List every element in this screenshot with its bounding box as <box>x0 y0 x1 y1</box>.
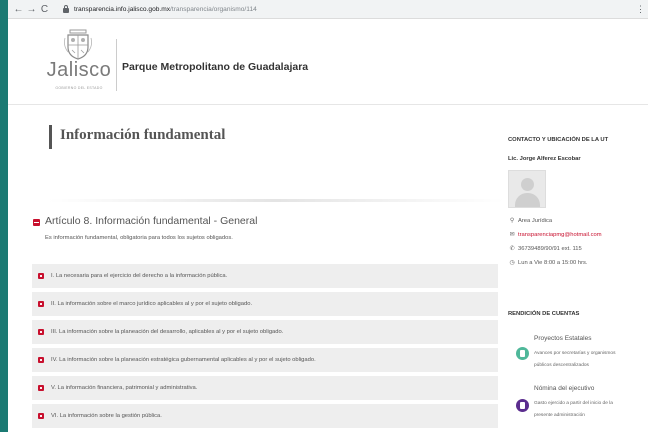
item-label: IV. La información sobre la planeación e… <box>51 357 316 363</box>
accounts-heading: RENDICIÓN DE CUENTAS <box>508 311 580 317</box>
section-separator <box>48 199 504 202</box>
url-path: /transparencia/organismo/114 <box>170 5 257 13</box>
expand-icon <box>38 329 44 335</box>
coat-of-arms-icon <box>64 29 92 60</box>
jalisco-logo[interactable]: Jalisco GOBIERNO DEL ESTADO <box>44 25 114 97</box>
account-title: Nómina del ejecutivo <box>534 385 595 392</box>
item-label: I. La necesaria para el ejercicio del de… <box>51 273 228 279</box>
clock-icon: ◷ <box>509 260 515 266</box>
item-label: VI. La información sobre la gestión públ… <box>51 413 162 419</box>
account-description: Avances por secretarías y organismos públ… <box>534 351 616 368</box>
url-domain: transparencia.info.jalisco.gob.mx <box>74 5 171 13</box>
expand-icon <box>38 301 44 307</box>
article-item-vi[interactable]: VI. La información sobre la gestión públ… <box>32 404 498 428</box>
chart-badge-icon <box>516 347 529 360</box>
article-item-v[interactable]: V. La información financiera, patrimonia… <box>32 376 498 400</box>
contact-phone-text: 36739489/90/91 ext. 115 <box>518 246 582 252</box>
contact-name: Lic. Jorge Alferez Escobar <box>508 156 581 162</box>
account-description: Gasto ejercido a partir del inicio de la… <box>534 401 613 418</box>
phone-icon: ✆ <box>509 246 515 252</box>
browser-window: ← → C transparencia.info.jalisco.gob.mx/… <box>8 0 648 432</box>
expand-icon <box>38 385 44 391</box>
back-arrow-icon[interactable]: ← <box>12 0 25 19</box>
contact-email-text: transparenciapmg@hotmail.com <box>518 232 602 238</box>
page-title: Información fundamental <box>60 127 226 143</box>
avatar <box>508 170 546 208</box>
expand-icon <box>38 273 44 279</box>
section-title[interactable]: Artículo 8. Información fundamental - Ge… <box>45 215 257 227</box>
forward-arrow-icon[interactable]: → <box>25 0 38 19</box>
section-description: Es información fundamental, obligatoria … <box>45 235 233 241</box>
contact-area: ⚲ Area Jurídica <box>508 218 552 224</box>
collapse-minus-icon[interactable] <box>33 219 40 226</box>
item-label: III. La información sobre la planeación … <box>51 329 284 335</box>
contact-heading: CONTACTO Y UBICACIÓN DE LA UT <box>508 137 609 143</box>
page-title-accent <box>49 125 52 149</box>
address-bar[interactable]: transparencia.info.jalisco.gob.mx/transp… <box>74 6 257 13</box>
account-title: Proyectos Estatales <box>534 335 592 342</box>
map-pin-icon: ⚲ <box>509 218 515 224</box>
article-item-iv[interactable]: IV. La información sobre la planeación e… <box>32 348 498 372</box>
logo-subtext: GOBIERNO DEL ESTADO <box>55 86 103 90</box>
article-item-iii[interactable]: III. La información sobre la planeación … <box>32 320 498 344</box>
article-item-ii[interactable]: II. La información sobre el marco jurídi… <box>32 292 498 316</box>
envelope-icon: ✉ <box>509 232 515 238</box>
contact-hours-text: Lun a Vie 8:00 a 15:00 hrs. <box>518 260 588 266</box>
expand-icon <box>38 357 44 363</box>
sidebar: CONTACTO Y UBICACIÓN DE LA UT Lic. Jorge… <box>508 0 648 432</box>
contact-hours: ◷ Lun a Vie 8:00 a 15:00 hrs. <box>508 260 588 266</box>
lock-icon <box>63 4 69 13</box>
reload-icon[interactable]: C <box>38 0 51 19</box>
header-divider <box>116 39 117 91</box>
site-title[interactable]: Parque Metropolitano de Guadalajara <box>122 61 308 73</box>
contact-email[interactable]: ✉ transparenciapmg@hotmail.com <box>508 232 602 238</box>
contact-phone: ✆ 36739489/90/91 ext. 115 <box>508 246 582 252</box>
payroll-badge-icon <box>516 399 529 412</box>
logo-text: Jalisco <box>46 59 112 81</box>
article-items-list: I. La necesaria para el ejercicio del de… <box>32 264 498 432</box>
article-item-i[interactable]: I. La necesaria para el ejercicio del de… <box>32 264 498 288</box>
item-label: II. La información sobre el marco jurídi… <box>51 301 253 307</box>
contact-area-text: Area Jurídica <box>518 218 553 224</box>
account-proyectos-estatales[interactable]: Proyectos Estatales Avances por secretar… <box>516 331 648 376</box>
account-nomina-ejecutivo[interactable]: Nómina del ejecutivo Gasto ejercido a pa… <box>516 383 648 432</box>
expand-icon <box>38 413 44 419</box>
item-label: V. La información financiera, patrimonia… <box>51 385 198 391</box>
